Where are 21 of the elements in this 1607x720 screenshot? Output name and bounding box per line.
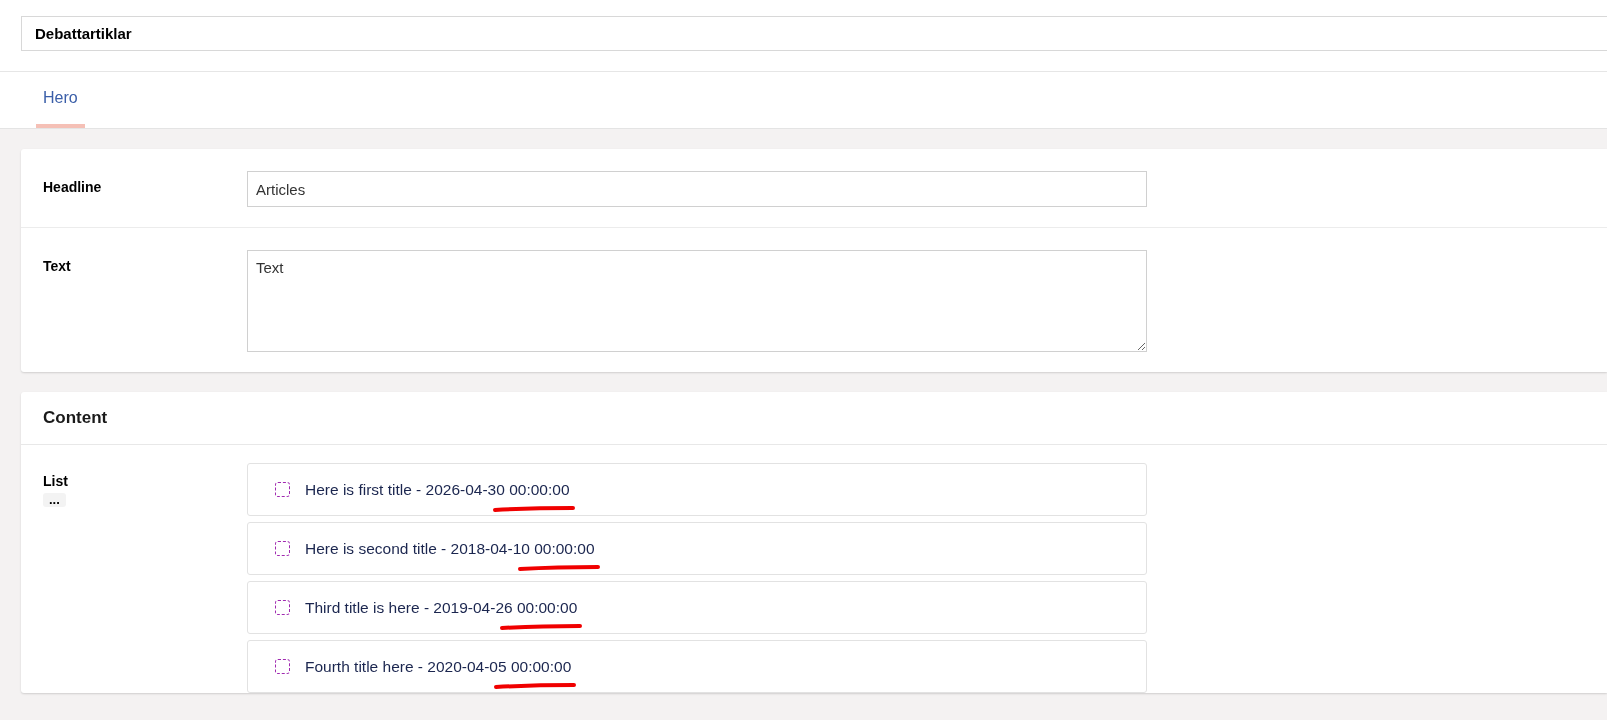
checkbox[interactable] (275, 600, 290, 615)
checkbox[interactable] (275, 482, 290, 497)
input-field[interactable]: Articles (247, 171, 1147, 207)
title-field[interactable]: Debattartiklar (21, 16, 1607, 51)
tab[interactable]: Hero (36, 72, 85, 128)
checkbox[interactable] (275, 659, 290, 674)
item-title: Here is second title - 2018-04-10 00:00:00 (305, 539, 595, 557)
section-title: Content (43, 408, 108, 427)
list-item[interactable]: Here is second title - 2018-04-10 00:00:00 (247, 522, 1147, 575)
field-label: List (43, 473, 69, 489)
item-title: Fourth title here - 2020-04-05 00:00:00 (305, 657, 572, 675)
list-item[interactable]: Fourth title here - 2020-04-05 00:00:00 (247, 640, 1147, 693)
item-title: Third title is here - 2019-04-26 00:00:00 (305, 598, 578, 616)
field-label: Headline (43, 178, 103, 197)
item-title: Here is first title - 2026-04-30 00:00:00 (305, 480, 570, 498)
field-label: Text (43, 257, 72, 276)
list-item[interactable]: Here is first title - 2026-04-30 00:00:00 (247, 463, 1147, 516)
text-area[interactable]: Text (247, 250, 1147, 352)
list-item[interactable]: Third title is here - 2019-04-26 00:00:00 (247, 581, 1147, 634)
more-button[interactable]: ... (43, 493, 66, 507)
checkbox[interactable] (275, 541, 290, 556)
